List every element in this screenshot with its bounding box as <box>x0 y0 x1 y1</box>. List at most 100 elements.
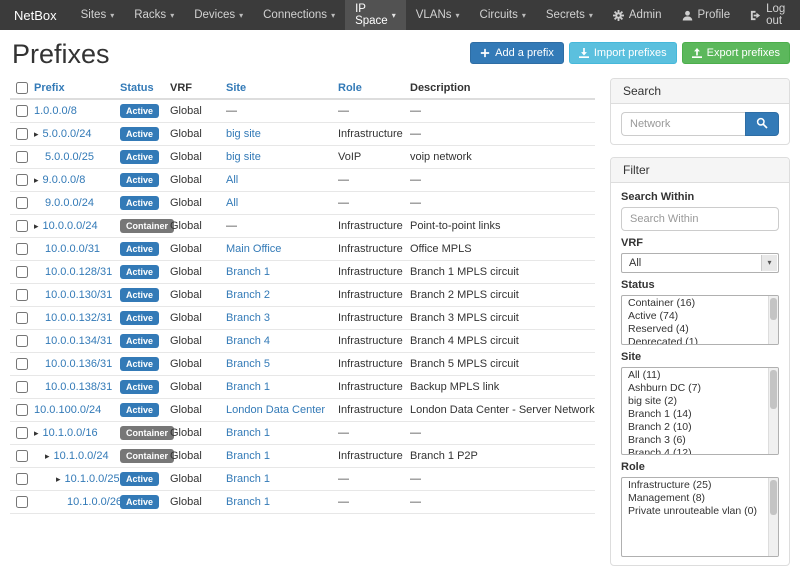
row-checkbox[interactable] <box>16 496 28 508</box>
prefix-link[interactable]: 10.0.0.0/24 <box>43 220 98 232</box>
row-checkbox[interactable] <box>16 243 28 255</box>
site-link[interactable]: big site <box>226 151 261 163</box>
search-within-input[interactable] <box>621 207 779 231</box>
row-checkbox[interactable] <box>16 335 28 347</box>
listbox-option[interactable]: Ashburn DC (7) <box>622 382 768 395</box>
column-header-prefix[interactable]: Prefix <box>28 78 114 99</box>
row-checkbox[interactable] <box>16 358 28 370</box>
scrollbar-thumb[interactable] <box>770 370 777 409</box>
role-listbox[interactable]: Infrastructure (25)Management (8)Private… <box>621 477 779 557</box>
logout-link[interactable]: Log out <box>740 0 795 30</box>
row-checkbox[interactable] <box>16 427 28 439</box>
expand-toggle-icon[interactable]: ▸ <box>34 175 39 185</box>
profile-link[interactable]: Profile <box>672 0 741 30</box>
row-checkbox[interactable] <box>16 151 28 163</box>
listbox-option[interactable]: Container (16) <box>622 297 768 310</box>
nav-item-racks[interactable]: Racks▾ <box>124 0 184 30</box>
prefix-link[interactable]: 10.1.0.0/16 <box>43 427 98 439</box>
site-link[interactable]: All <box>226 197 238 209</box>
listbox-option[interactable]: Branch 3 (6) <box>622 434 768 447</box>
column-header-status[interactable]: Status <box>114 78 164 99</box>
prefix-link[interactable]: 5.0.0.0/24 <box>43 128 92 140</box>
site-link[interactable]: Branch 1 <box>226 427 270 439</box>
site-link[interactable]: Branch 1 <box>226 496 270 508</box>
nav-item-circuits[interactable]: Circuits▾ <box>470 0 536 30</box>
listbox-option[interactable]: Branch 1 (14) <box>622 408 768 421</box>
row-checkbox[interactable] <box>16 289 28 301</box>
nav-item-vlans[interactable]: VLANs▾ <box>406 0 470 30</box>
row-checkbox[interactable] <box>16 473 28 485</box>
row-checkbox[interactable] <box>16 312 28 324</box>
expand-toggle-icon[interactable]: ▸ <box>34 221 39 231</box>
row-checkbox[interactable] <box>16 266 28 278</box>
select-all-checkbox[interactable] <box>16 82 28 94</box>
site-link[interactable]: Branch 2 <box>226 289 270 301</box>
row-checkbox[interactable] <box>16 404 28 416</box>
row-checkbox[interactable] <box>16 128 28 140</box>
prefix-link[interactable]: 10.0.0.138/31 <box>45 381 112 393</box>
nav-item-ip-space[interactable]: IP Space▾ <box>345 0 406 30</box>
site-link[interactable]: Branch 4 <box>226 335 270 347</box>
prefix-link[interactable]: 10.0.0.128/31 <box>45 266 112 278</box>
status-listbox[interactable]: Container (16)Active (74)Reserved (4)Dep… <box>621 295 779 345</box>
row-checkbox[interactable] <box>16 174 28 186</box>
site-link[interactable]: Branch 1 <box>226 266 270 278</box>
listbox-option[interactable]: All (11) <box>622 369 768 382</box>
admin-link[interactable]: Admin <box>603 0 672 30</box>
prefix-link[interactable]: 10.0.0.134/31 <box>45 335 112 347</box>
site-link[interactable]: Branch 1 <box>226 473 270 485</box>
site-link[interactable]: Main Office <box>226 243 281 255</box>
prefix-link[interactable]: 10.0.100.0/24 <box>34 404 101 416</box>
prefix-link[interactable]: 9.0.0.0/24 <box>45 197 94 209</box>
scrollbar-thumb[interactable] <box>770 298 777 320</box>
expand-toggle-icon[interactable]: ▸ <box>56 474 61 484</box>
prefix-link[interactable]: 10.0.0.130/31 <box>45 289 112 301</box>
listbox-option[interactable]: Branch 2 (10) <box>622 421 768 434</box>
expand-toggle-icon[interactable]: ▸ <box>34 428 39 438</box>
row-checkbox[interactable] <box>16 220 28 232</box>
expand-toggle-icon[interactable]: ▸ <box>34 129 39 139</box>
site-listbox[interactable]: All (11)Ashburn DC (7)big site (2)Branch… <box>621 367 779 455</box>
row-checkbox[interactable] <box>16 381 28 393</box>
site-link[interactable]: Branch 1 <box>226 450 270 462</box>
vrf-select[interactable]: All ▾ <box>621 253 779 273</box>
listbox-option[interactable]: Deprecated (1) <box>622 336 768 345</box>
listbox-option[interactable]: Branch 4 (12) <box>622 447 768 455</box>
prefix-link[interactable]: 9.0.0.0/8 <box>43 174 86 186</box>
prefix-link[interactable]: 10.0.0.132/31 <box>45 312 112 324</box>
row-checkbox[interactable] <box>16 105 28 117</box>
prefix-link[interactable]: 10.0.0.0/31 <box>45 243 100 255</box>
prefix-link[interactable]: 1.0.0.0/8 <box>34 105 77 117</box>
prefix-link[interactable]: 10.1.0.0/24 <box>54 450 109 462</box>
listbox-option[interactable]: big site (2) <box>622 395 768 408</box>
add-prefix-button[interactable]: Add a prefix <box>470 42 564 64</box>
prefix-link[interactable]: 5.0.0.0/25 <box>45 151 94 163</box>
scrollbar-thumb[interactable] <box>770 480 777 515</box>
column-header-role[interactable]: Role <box>332 78 404 99</box>
nav-item-connections[interactable]: Connections▾ <box>253 0 345 30</box>
prefix-link[interactable]: 10.0.0.136/31 <box>45 358 112 370</box>
site-link[interactable]: All <box>226 174 238 186</box>
listbox-option[interactable]: Private unrouteable vlan (0) <box>622 505 768 518</box>
row-checkbox[interactable] <box>16 197 28 209</box>
search-button[interactable] <box>745 112 779 136</box>
listbox-option[interactable]: Reserved (4) <box>622 323 768 336</box>
prefix-link[interactable]: 10.1.0.0/26 <box>67 496 122 508</box>
navbar-brand[interactable]: NetBox <box>0 0 71 30</box>
row-checkbox[interactable] <box>16 450 28 462</box>
import-prefixes-button[interactable]: Import prefixes <box>569 42 677 64</box>
listbox-option[interactable]: Active (74) <box>622 310 768 323</box>
column-header-site[interactable]: Site <box>220 78 332 99</box>
export-prefixes-button[interactable]: Export prefixes <box>682 42 790 64</box>
nav-item-sites[interactable]: Sites▾ <box>71 0 125 30</box>
prefix-link[interactable]: 10.1.0.0/25 <box>65 473 120 485</box>
listbox-option[interactable]: Management (8) <box>622 492 768 505</box>
site-link[interactable]: big site <box>226 128 261 140</box>
expand-toggle-icon[interactable]: ▸ <box>45 451 50 461</box>
site-link[interactable]: Branch 3 <box>226 312 270 324</box>
search-input[interactable] <box>621 112 745 136</box>
site-link[interactable]: London Data Center <box>226 404 325 416</box>
listbox-option[interactable]: Infrastructure (25) <box>622 479 768 492</box>
site-link[interactable]: Branch 5 <box>226 358 270 370</box>
nav-item-devices[interactable]: Devices▾ <box>184 0 253 30</box>
